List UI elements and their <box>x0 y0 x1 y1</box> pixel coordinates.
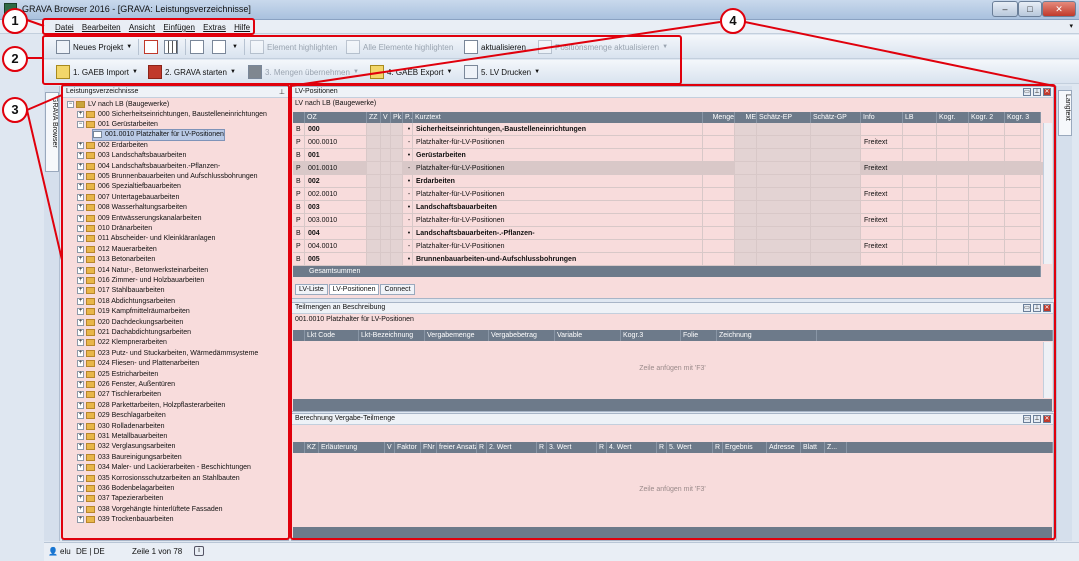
annotation-marker-3: 3 <box>2 97 28 123</box>
annotation-marker-2: 2 <box>2 46 28 72</box>
annotation-lines <box>26 19 1055 261</box>
annotation-marker-4: 4 <box>720 8 746 34</box>
annotation-marker-1: 1 <box>2 8 28 34</box>
